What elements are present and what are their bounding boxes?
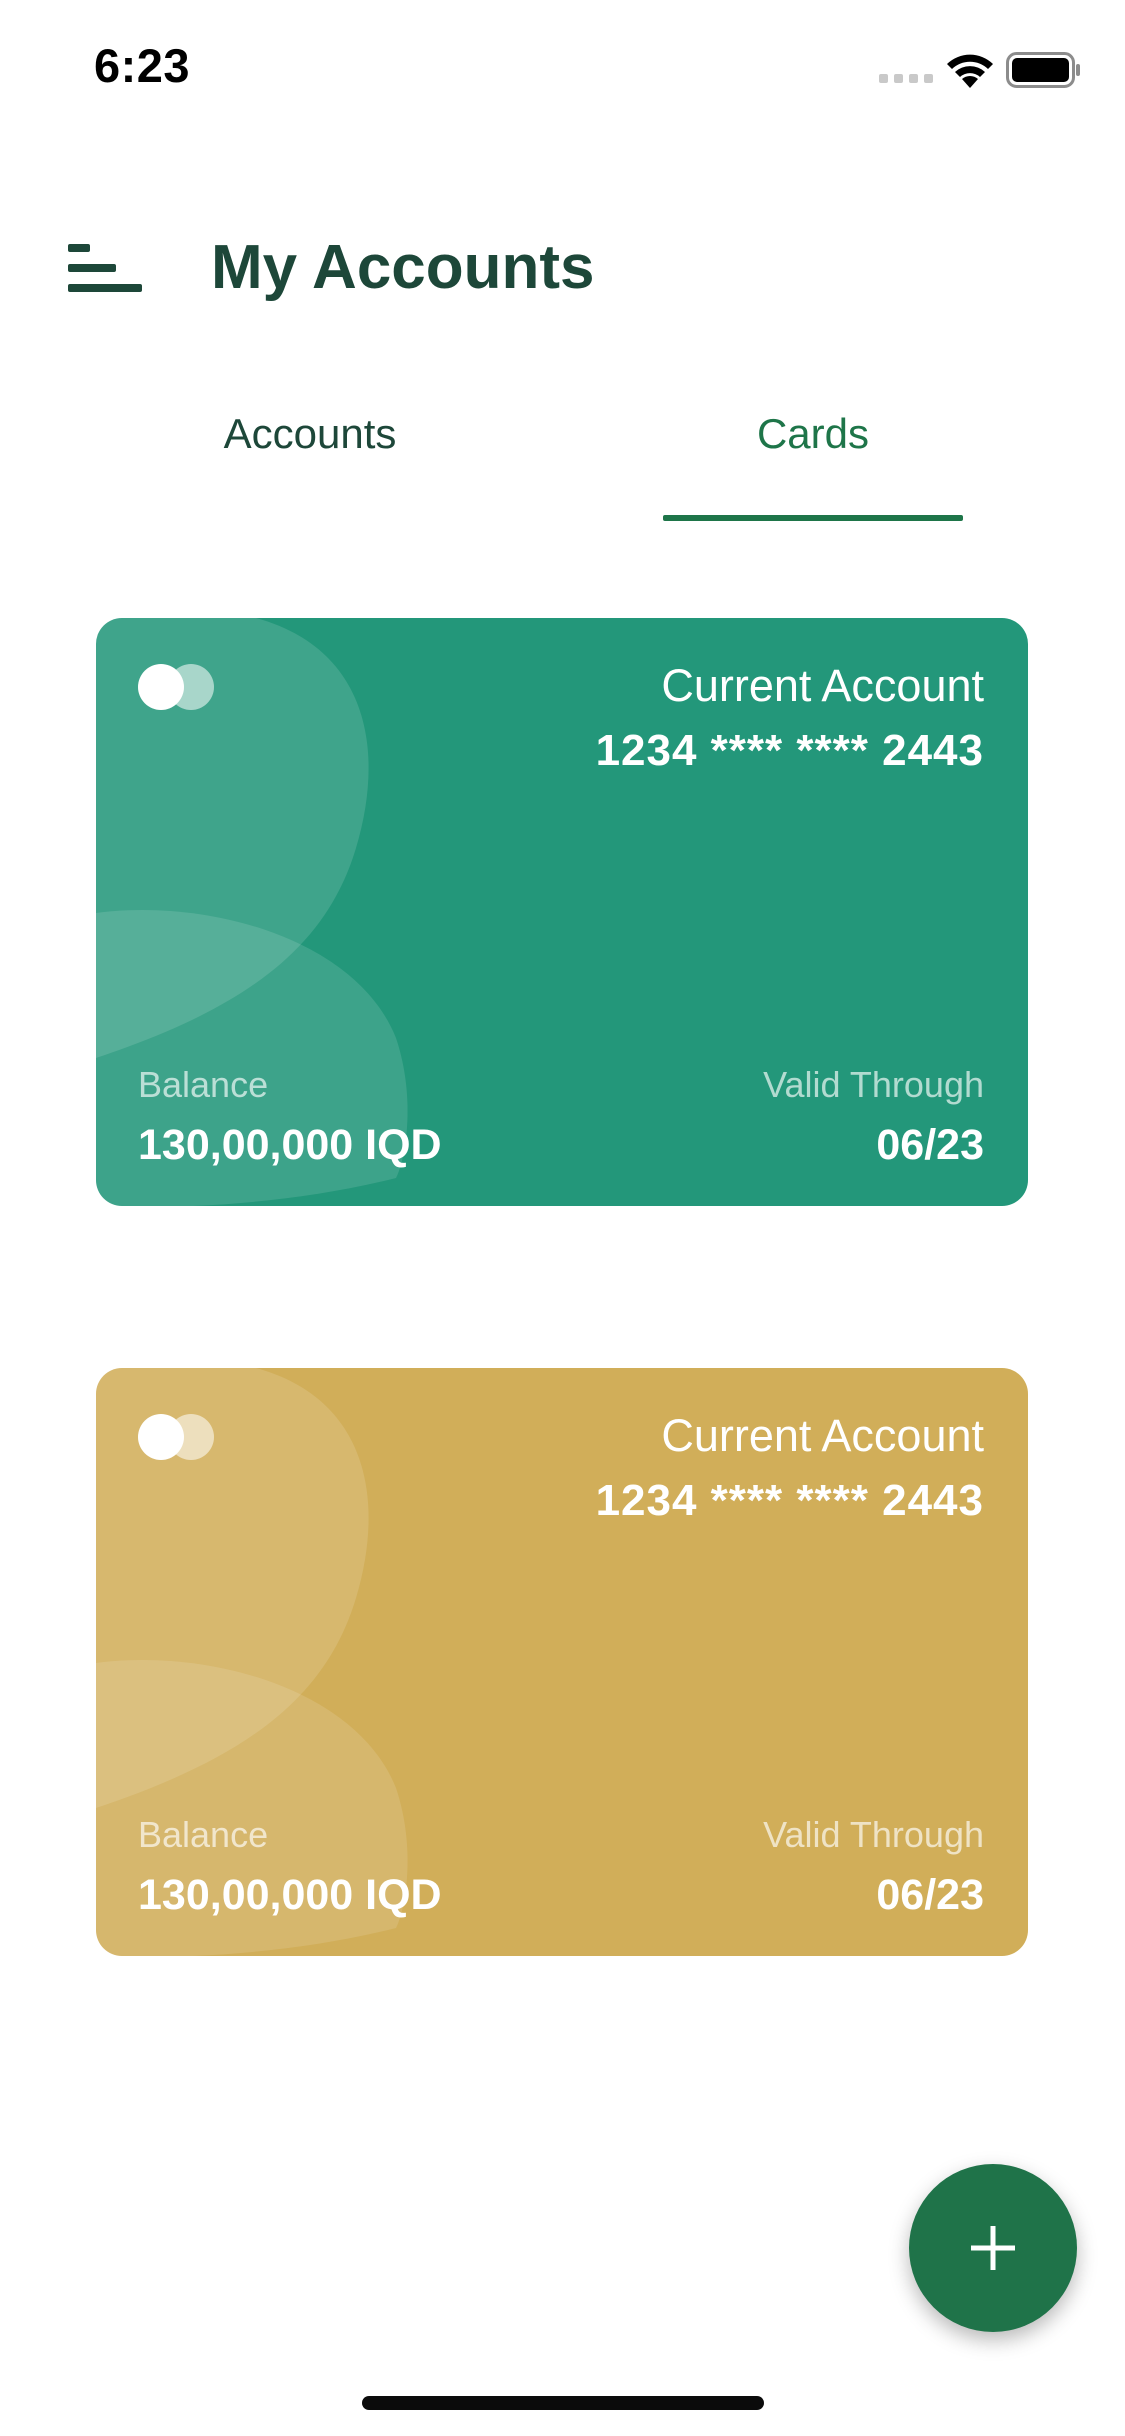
add-card-button[interactable] <box>909 2164 1077 2332</box>
card-number: 1234 **** **** 2443 <box>595 1476 984 1525</box>
card-number: 1234 **** **** 2443 <box>595 726 984 775</box>
card-chip-icon <box>138 664 214 710</box>
account-card-green[interactable]: Current Account 1234 **** **** 2443 Bala… <box>96 618 1028 1206</box>
tab-indicator <box>663 515 963 521</box>
tab-accounts[interactable]: Accounts <box>155 410 465 458</box>
card-type: Current Account <box>661 660 984 711</box>
tab-cards[interactable]: Cards <box>658 410 968 458</box>
card-chip-icon <box>138 1414 214 1460</box>
menu-icon[interactable] <box>68 244 142 292</box>
page-title: My Accounts <box>211 233 595 302</box>
balance-label: Balance <box>138 1064 269 1105</box>
balance-label: Balance <box>138 1814 269 1855</box>
valid-through-value: 06/23 <box>876 1121 984 1169</box>
status-time: 6:23 <box>94 39 191 92</box>
valid-through-value: 06/23 <box>876 1871 984 1919</box>
card-type: Current Account <box>661 1410 984 1461</box>
home-indicator[interactable] <box>362 2396 764 2410</box>
plus-icon <box>971 2226 1015 2270</box>
balance-value: 130,00,000 IQD <box>138 1871 442 1919</box>
signal-icon <box>879 74 933 83</box>
valid-through-label: Valid Through <box>763 1064 984 1105</box>
battery-icon <box>1006 52 1080 88</box>
account-card-gold[interactable]: Current Account 1234 **** **** 2443 Bala… <box>96 1368 1028 1956</box>
valid-through-label: Valid Through <box>763 1814 984 1855</box>
wifi-icon <box>947 54 993 88</box>
screen: 6:23 My Accounts Accounts Cards Current … <box>0 0 1125 2436</box>
balance-value: 130,00,000 IQD <box>138 1121 442 1169</box>
